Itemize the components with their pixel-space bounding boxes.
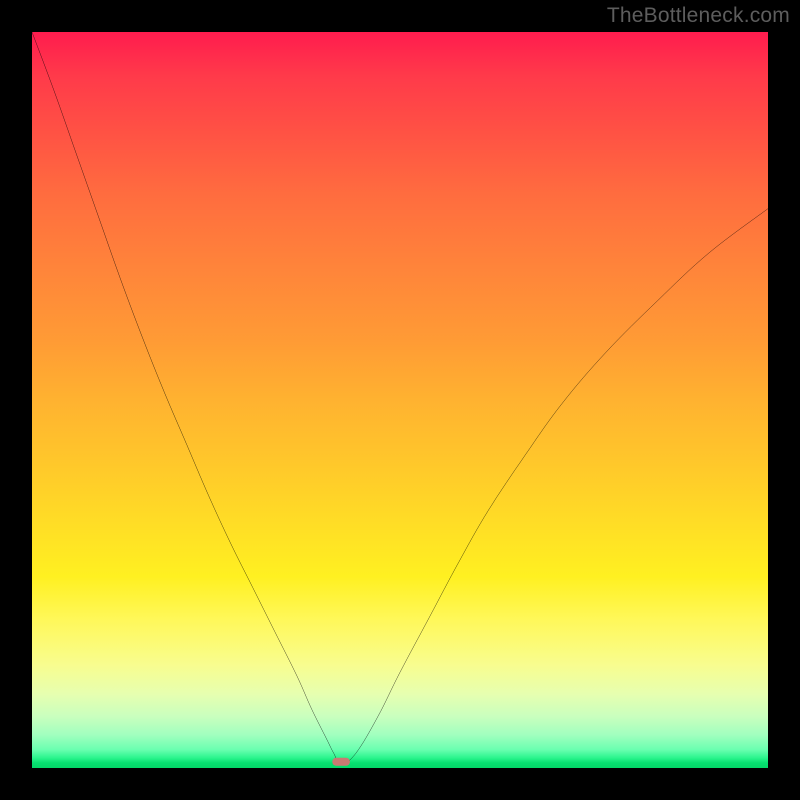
- bottleneck-curve: [32, 32, 768, 764]
- curve-layer: [32, 32, 768, 768]
- attribution-watermark: TheBottleneck.com: [607, 4, 790, 28]
- min-marker: [332, 758, 350, 766]
- plot-area: [32, 32, 768, 768]
- chart-frame: TheBottleneck.com: [0, 0, 800, 800]
